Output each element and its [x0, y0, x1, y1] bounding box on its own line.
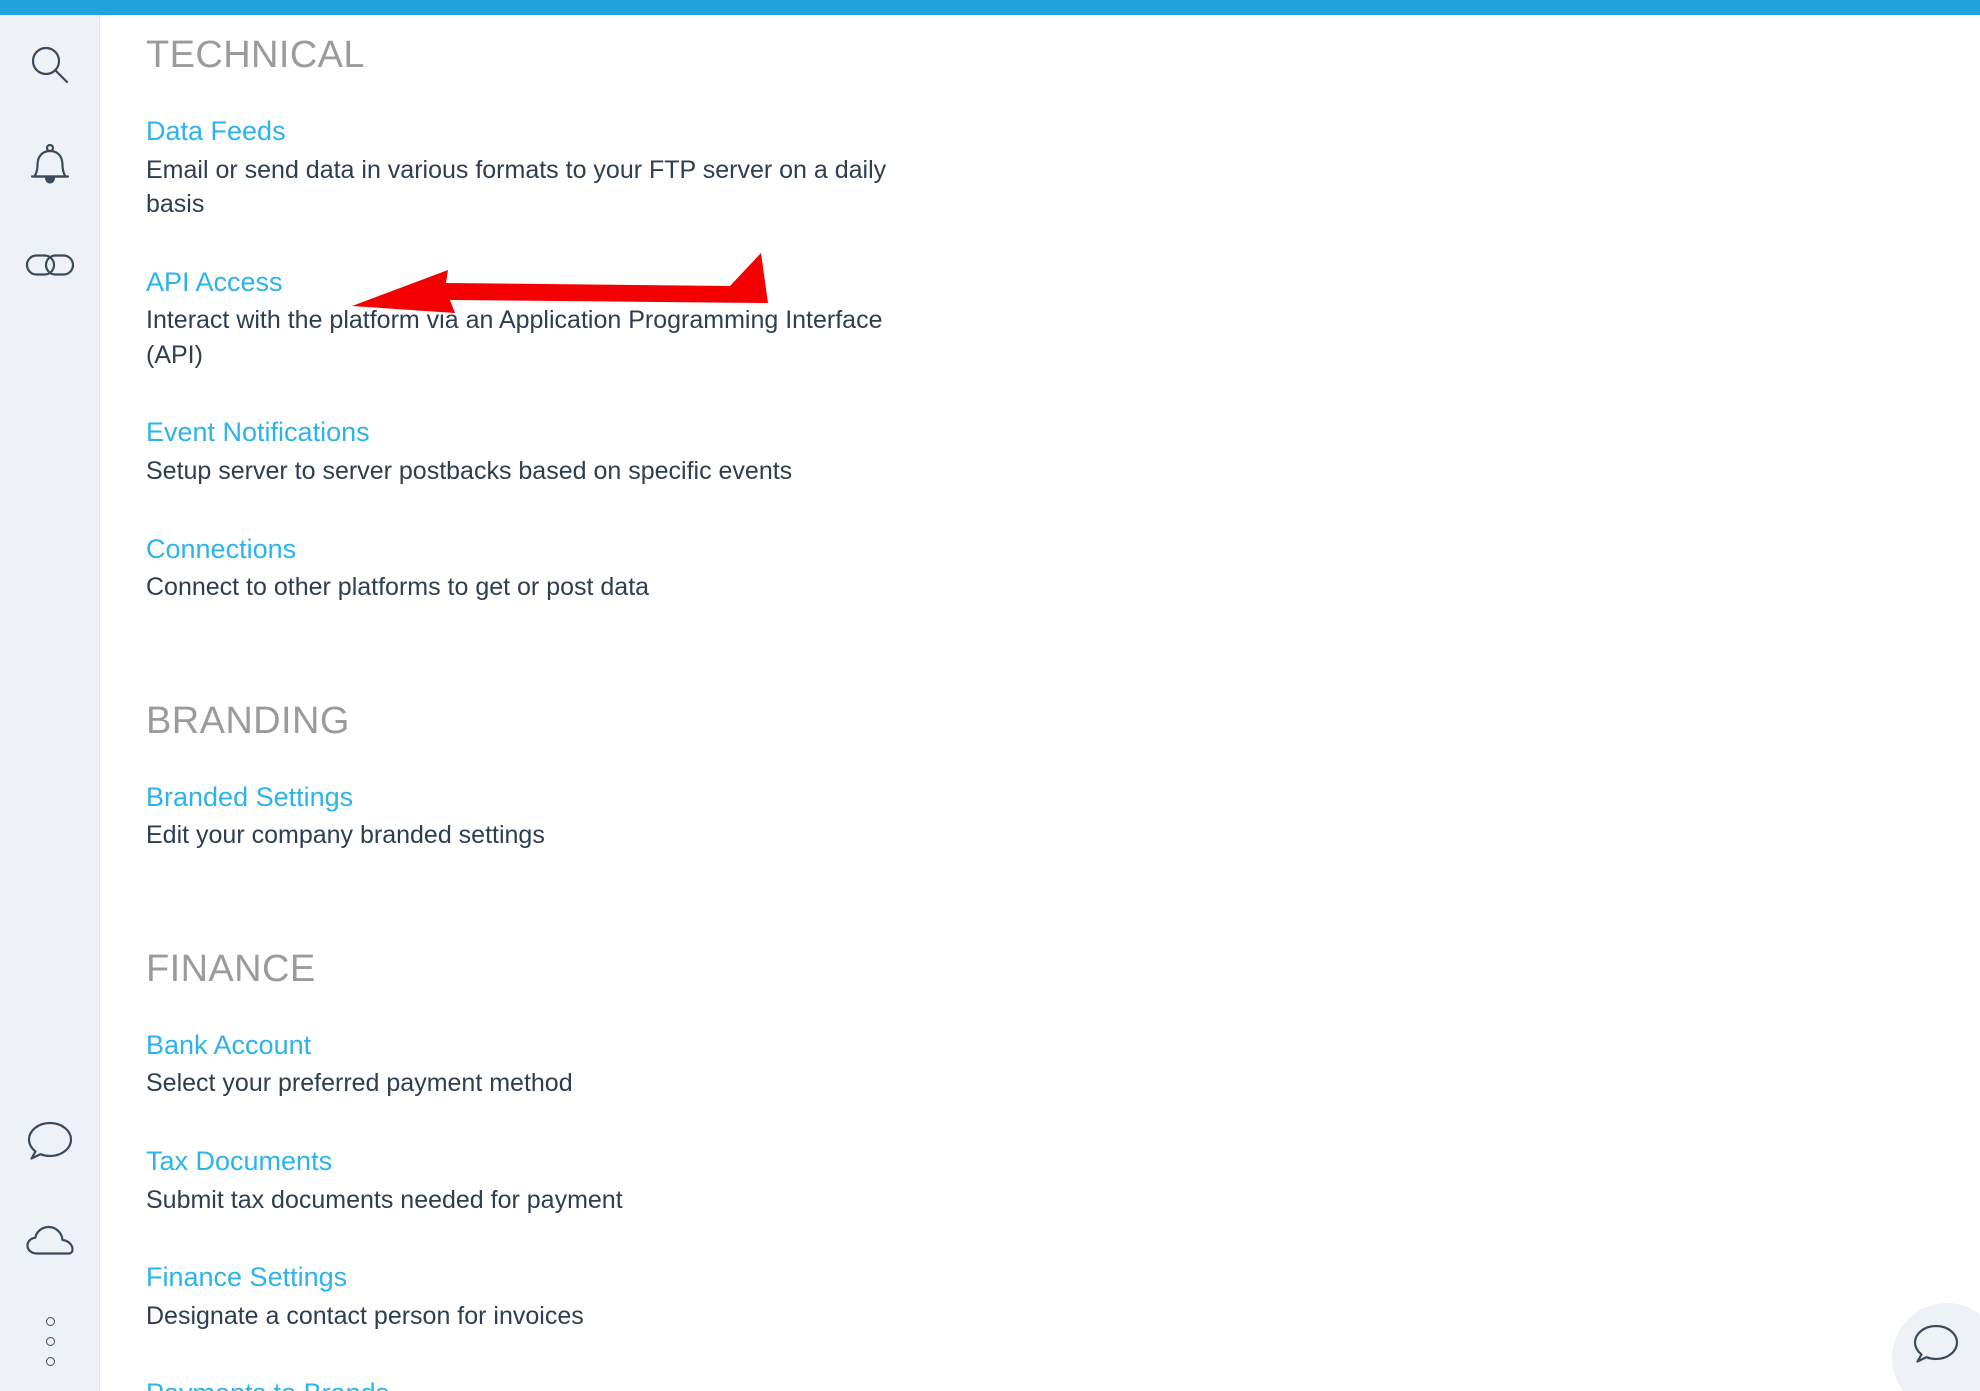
link-branded-settings[interactable]: Branded Settings	[146, 781, 353, 815]
chat-bubble-icon	[1913, 1324, 1978, 1387]
desc-event-notifications: Setup server to server postbacks based o…	[146, 457, 793, 486]
settings-entry-event-notifications: Event Notifications Setup server to serv…	[146, 416, 936, 488]
search-icon	[27, 42, 73, 88]
sidebar-item-search[interactable]	[0, 15, 100, 115]
sidebar-item-links[interactable]	[0, 215, 100, 315]
desc-api-access: Interact with the platform via an Applic…	[146, 306, 883, 369]
settings-entry-tax-documents: Tax Documents Submit tax documents neede…	[146, 1145, 936, 1217]
settings-entry-connections: Connections Connect to other platforms t…	[146, 533, 936, 605]
desc-bank-account: Select your preferred payment method	[146, 1069, 573, 1098]
desc-data-feeds: Email or send data in various formats to…	[146, 155, 887, 219]
settings-entry-bank-account: Bank Account Select your preferred payme…	[146, 1029, 936, 1101]
section-technical: TECHNICAL Data Feeds Email or send data …	[146, 34, 1980, 605]
bell-icon	[28, 141, 72, 189]
sidebar-item-more[interactable]	[0, 1291, 100, 1391]
settings-entry-finance-settings: Finance Settings Designate a contact per…	[146, 1261, 936, 1333]
app-root: TECHNICAL Data Feeds Email or send data …	[0, 0, 1980, 1391]
link-finance-settings[interactable]: Finance Settings	[146, 1261, 347, 1295]
rail-top-group	[0, 15, 100, 315]
link-payments-to-brands[interactable]: Payments to Brands	[146, 1377, 389, 1391]
desc-connections: Connect to other platforms to get or pos…	[146, 573, 650, 602]
section-heading-technical: TECHNICAL	[146, 34, 365, 76]
settings-entry-data-feeds: Data Feeds Email or send data in various…	[146, 115, 936, 222]
sidebar-item-messages[interactable]	[0, 1091, 100, 1191]
cloud-icon	[25, 1224, 75, 1258]
settings-entry-payments-to-brands: Payments to Brands	[146, 1377, 936, 1391]
section-heading-branding: BRANDING	[146, 699, 350, 742]
sidebar-item-cloud[interactable]	[0, 1191, 100, 1291]
link-icon	[25, 250, 75, 280]
more-vertical-icon	[45, 1316, 55, 1366]
link-api-access[interactable]: API Access	[146, 266, 283, 300]
settings-list: TECHNICAL Data Feeds Email or send data …	[101, 15, 1980, 1391]
rail-bottom-group	[0, 1091, 100, 1391]
link-data-feeds[interactable]: Data Feeds	[146, 115, 286, 149]
left-icon-rail	[0, 15, 100, 1391]
link-bank-account[interactable]: Bank Account	[146, 1029, 311, 1063]
desc-tax-documents: Submit tax documents needed for payment	[146, 1185, 623, 1214]
link-tax-documents[interactable]: Tax Documents	[146, 1145, 332, 1179]
section-heading-finance: FINANCE	[146, 947, 316, 990]
main-content: TECHNICAL Data Feeds Email or send data …	[101, 15, 1980, 1391]
link-event-notifications[interactable]: Event Notifications	[146, 416, 370, 450]
link-connections[interactable]: Connections	[146, 533, 296, 567]
section-finance: FINANCE Bank Account Select your preferr…	[146, 947, 1980, 1391]
desc-branded-settings: Edit your company branded settings	[146, 821, 545, 850]
desc-finance-settings: Designate a contact person for invoices	[146, 1301, 584, 1330]
section-branding: BRANDING Branded Settings Edit your comp…	[146, 699, 1980, 853]
chat-bubble-icon	[26, 1119, 74, 1163]
sidebar-item-notifications[interactable]	[0, 115, 100, 215]
settings-entry-api-access: API Access Interact with the platform vi…	[146, 266, 936, 373]
settings-entry-branded-settings: Branded Settings Edit your company brand…	[146, 781, 936, 853]
top-accent-bar	[0, 0, 1980, 15]
